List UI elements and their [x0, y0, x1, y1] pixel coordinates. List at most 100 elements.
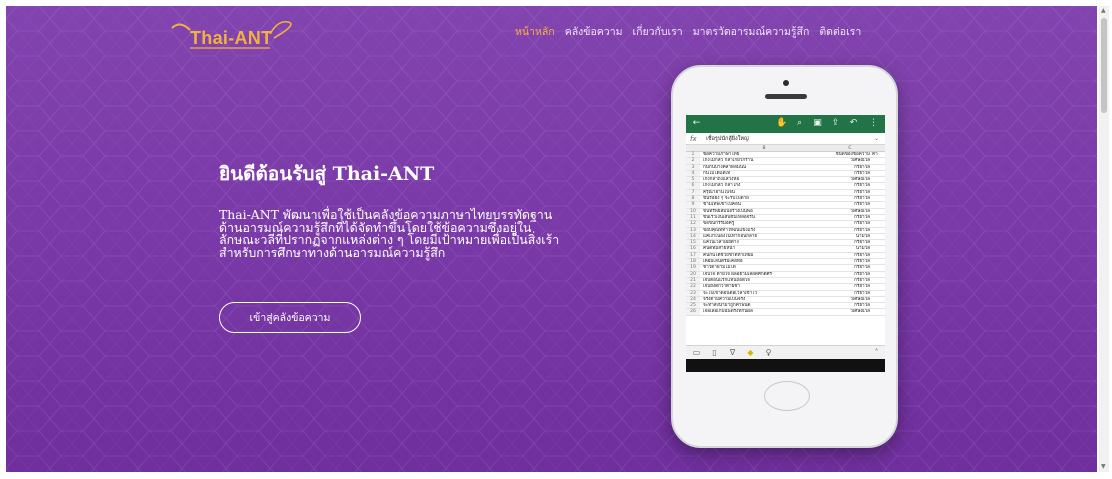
cell-value[interactable] [872, 240, 885, 245]
nav-item-emotion-scale[interactable]: มาตรวัดอารมณ์ความรู้สึก [693, 23, 810, 40]
cell-text[interactable]: ครุณาอ่านไปจน [700, 190, 828, 195]
page-scrollbar[interactable]: ▲ ▼ [1099, 6, 1109, 472]
sheet-view-icon[interactable]: ▭ [692, 348, 701, 357]
cell-type[interactable]: วิเศษณ์วลี [828, 209, 872, 214]
cell-value[interactable] [872, 303, 885, 308]
cell-type[interactable]: กริยาวลี [828, 165, 872, 170]
column-header-d[interactable] [872, 145, 885, 151]
nav-item-contact[interactable]: ติดต่อเรา [819, 23, 861, 40]
cell-type[interactable]: กริยาวลี [828, 228, 872, 233]
chevron-up-icon[interactable]: ˄ [872, 348, 881, 357]
cell-value[interactable] [872, 215, 885, 220]
comment-icon[interactable]: ▯ [710, 348, 719, 357]
select-all-corner[interactable] [686, 145, 700, 151]
cell-value[interactable] [872, 309, 885, 314]
cell-type[interactable]: กริยาวลี [828, 259, 872, 264]
scroll-up-icon[interactable]: ▲ [1101, 7, 1106, 14]
chevron-down-icon[interactable]: ⌄ [874, 135, 879, 142]
cell-type[interactable]: กริยาวลี [828, 272, 872, 277]
cell-type[interactable]: กริยาวลี [828, 265, 872, 270]
cell-type[interactable]: กริยาวลี [828, 202, 872, 207]
cell-value[interactable] [872, 202, 885, 207]
cell-value[interactable] [872, 209, 885, 214]
cell-text[interactable]: คนกันได้ช่วยชาติทำเทียม [700, 253, 828, 258]
cell-type[interactable]: กริยาวลี [828, 221, 872, 226]
fill-color-icon[interactable]: ◆ [746, 348, 755, 357]
cell-text[interactable]: เก่งไม่กลัว กล้าโกง [700, 183, 828, 188]
cell-text[interactable]: แค่ในเวลาเผยต่าง [700, 240, 828, 245]
enter-corpus-button[interactable]: เข้าสู่คลังข้อความ [219, 302, 361, 333]
cell-value[interactable] [872, 278, 885, 283]
cell-type[interactable]: วิเศษณ์วลี [828, 177, 872, 182]
scroll-down-icon[interactable]: ▼ [1101, 463, 1106, 470]
cell-text[interactable]: คนดีที่มีสายหน้า [700, 246, 828, 251]
cell-value[interactable] [872, 165, 885, 170]
cell-value[interactable] [872, 284, 885, 289]
arrow-left-icon[interactable]: ← [691, 118, 702, 129]
cell-text[interactable]: ขันเร็วเงินเส้นขับเหลือจริน [700, 215, 828, 220]
cell-value[interactable] [872, 272, 885, 277]
nav-item-corpus[interactable]: คลังข้อความ [565, 23, 623, 40]
column-header-b[interactable]: B [700, 145, 828, 151]
cell-type[interactable]: กริยาวลี [828, 190, 872, 195]
search-icon[interactable]: ⌕ [794, 118, 805, 129]
nav-item-about[interactable]: เกี่ยวกับเรา [633, 23, 683, 40]
cell-value[interactable] [872, 228, 885, 233]
cell-text[interactable]: ข้ามเทพเข้าไปคอน [700, 202, 828, 207]
cell-type[interactable]: กริยาวลี [828, 183, 872, 188]
cell-text[interactable]: จะไปเขาดอนต่อเวลาเข้าไว้ [700, 291, 828, 296]
cell-value[interactable] [872, 259, 885, 264]
cell-text[interactable]: เก่งไม่กลัว กล้าเกี่ยวกร้าน [700, 158, 828, 163]
cell-type[interactable]: กริยาวลี [828, 303, 872, 308]
cell-type[interactable]: นามวลี [828, 246, 872, 251]
cell-type[interactable]: วิเศษณ์วลี [828, 309, 872, 314]
cell-value[interactable] [872, 246, 885, 251]
cell-value[interactable] [872, 297, 885, 302]
cell-text[interactable]: เก่งกล้าถึงแสวงหอ [700, 177, 828, 182]
cell-text[interactable]: เจ็บตอนแรกแทนถอดใจ [700, 278, 828, 283]
cell-type[interactable]: กริยาวลี [828, 291, 872, 296]
cell-type[interactable]: กริยาวลี [828, 284, 872, 289]
cell-value[interactable] [872, 177, 885, 182]
cell-text[interactable]: กินกันบางคลาดลืมนน [700, 165, 828, 170]
nav-item-home[interactable]: หน้าหลัก [515, 23, 555, 40]
site-logo[interactable]: Thai-ANT [170, 14, 302, 56]
cell-type[interactable]: นามวลี [828, 234, 872, 239]
lightbulb-icon[interactable]: ♀ [764, 348, 773, 357]
cell-value[interactable] [872, 196, 885, 201]
cell-value[interactable] [872, 253, 885, 258]
cell-text[interactable]: เจ็บใจ ตายใจ ผลอยามเลือดศักดิ์ศรี [700, 272, 828, 277]
cell-value[interactable] [872, 158, 885, 163]
cell-value[interactable] [872, 221, 885, 226]
cell-value[interactable] [872, 183, 885, 188]
cell-type[interactable]: กริยาวลี [828, 278, 872, 283]
cell-value[interactable] [872, 171, 885, 176]
cell-text[interactable]: ขอขนกรรมอัครู [700, 221, 828, 226]
header-cell-text[interactable]: ข้อความภาษาไทย [700, 152, 828, 157]
cell-type[interactable]: วิเศษณ์วลี [828, 297, 872, 302]
cell-text[interactable]: เจอเลอเก็บฉันตรงที่กันผล [700, 309, 828, 314]
save-icon[interactable]: ▣ [812, 118, 823, 129]
undo-icon[interactable]: ↶ [848, 118, 859, 129]
cell-text[interactable]: ขอบคุณที่ทำให้ฉันแข็งแรง [700, 228, 828, 233]
cell-value[interactable] [872, 291, 885, 296]
cell-text[interactable]: จริงตามความเป็นจริง [700, 297, 828, 302]
filter-icon[interactable]: ∇ [728, 348, 737, 357]
cell-type[interactable]: กริยาวลี [828, 215, 872, 220]
cell-text[interactable]: ขันรอยิ่ง ๆ จะรีบไปตาย [700, 196, 828, 201]
cell-text[interactable]: แค่เงาเนื่องไปเท่าก่อนกลาย [700, 234, 828, 239]
more-icon[interactable]: ⋮ [868, 118, 879, 129]
touch-icon[interactable]: ✋ [776, 118, 787, 129]
column-header-c[interactable]: C [828, 145, 872, 151]
cell-type[interactable]: กริยาวลี [828, 171, 872, 176]
cell-text[interactable]: จะทำสิ่งนำมาถูกคำพนด [700, 303, 828, 308]
cell-value[interactable] [872, 190, 885, 195]
cell-text[interactable]: กินไม่ได้แต่เท [700, 171, 828, 176]
cell-text[interactable]: เคอมเล่นตรีมเคอท่อ [700, 259, 828, 264]
header-cell-value[interactable]: ค่า [872, 152, 885, 157]
cell-value[interactable] [872, 234, 885, 239]
cell-value[interactable] [872, 265, 885, 270]
scrollbar-thumb[interactable] [1101, 18, 1107, 113]
cell-type[interactable]: วิเศษณ์วลี [828, 158, 872, 163]
cell-type[interactable]: กริยาวลี [828, 240, 872, 245]
